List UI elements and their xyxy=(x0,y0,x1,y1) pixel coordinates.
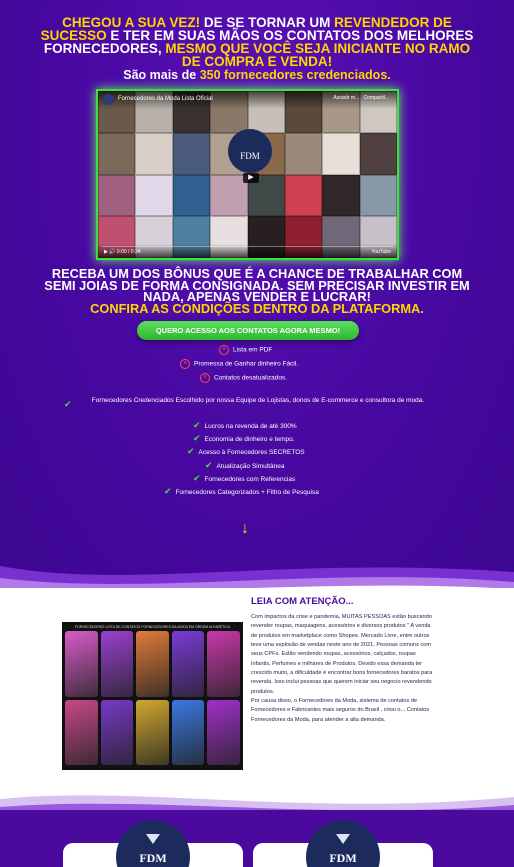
preview-tile xyxy=(207,631,240,697)
positive-item: ✔ Economia de dinheiro e tempo. xyxy=(193,434,295,444)
positive-item: ✔ Lucros na revenda de até 300% xyxy=(193,421,297,431)
cross-icon: × xyxy=(219,345,229,355)
cta-button[interactable]: QUERO ACESSO AOS CONTATOS AGORA MESMO! xyxy=(137,321,359,340)
progress-bar[interactable] xyxy=(102,246,393,247)
video-tile xyxy=(322,174,360,217)
cross-icon: × xyxy=(200,373,210,383)
video-tile xyxy=(284,174,323,217)
check-icon: ✔ xyxy=(187,446,195,456)
positive-item: ✔ Acesso à Fornecedores SECRETOS xyxy=(187,447,305,457)
preview-tile xyxy=(136,699,169,765)
check-icon: ✔ xyxy=(193,420,201,430)
check-icon: ✔ xyxy=(193,473,201,483)
positive-label: Acesso à Fornecedores SECRETOS xyxy=(198,449,305,456)
video-tile xyxy=(284,132,323,175)
preview-tile xyxy=(171,699,205,765)
read-paragraph: Com impactos da crise e pandemia, MUITAS… xyxy=(251,614,433,695)
negative-item: × Promessa de Ganhar dinheiro Fácil. xyxy=(180,359,298,369)
volume-icon[interactable]: 🔊 xyxy=(109,249,115,255)
cross-icon: × xyxy=(180,359,190,369)
positive-item: ✔ Fornecedores com Referencias xyxy=(193,474,295,484)
check-icon: ✔ xyxy=(164,486,172,496)
play-control-icon[interactable]: ▶ xyxy=(104,249,108,255)
subline-text: São mais de xyxy=(123,68,200,82)
positive-label: Lucros na revenda de até 300% xyxy=(204,423,297,430)
preview-grid xyxy=(65,631,240,765)
share-button[interactable]: Compartil... xyxy=(363,95,389,101)
logo-text: FDM xyxy=(329,851,357,865)
negative-item: × Contatos desatualizados. xyxy=(200,373,287,383)
bonus-body: RECEBA UM DOS BÔNUS QUE É A CHANCE DE TR… xyxy=(44,266,470,304)
positive-label: Fornecedores com Referencias xyxy=(204,476,296,483)
read-body: Com impactos da crise e pandemia, MUITAS… xyxy=(251,613,436,725)
video-tile xyxy=(359,132,397,175)
subline: São mais de 350 fornecedores credenciado… xyxy=(0,68,514,82)
headline: CHEGOU A SUA VEZ! DE SE TORNAR UM REVEND… xyxy=(40,16,474,69)
video-tile xyxy=(135,174,173,217)
video-tile xyxy=(98,132,136,175)
check-icon: ✔ xyxy=(205,460,213,470)
read-paragraph: Por causa disso, o Fornecedores da Moda,… xyxy=(251,698,430,723)
video-time: 0:00 / 0:34 xyxy=(116,249,141,255)
video-tile xyxy=(172,174,211,217)
positive-label: Atualização Simultânea xyxy=(216,463,285,470)
preview-tile xyxy=(100,631,134,697)
arrow-down-icon: ↓ xyxy=(241,520,249,537)
logo-mark-icon xyxy=(336,834,350,844)
positive-item: ✔ Fornecedores Credenciados Escolhido po… xyxy=(64,396,434,409)
contacts-preview-image: FORNECEDORES LISTA DE CONTATOS FORNECEDO… xyxy=(62,622,243,770)
channel-avatar[interactable] xyxy=(103,94,114,105)
headline-part: MESMO QUE VOCÊ SEJA INICIANTE NO RAMO DE… xyxy=(165,41,471,69)
video-tile xyxy=(322,132,360,175)
positive-label: Economia de dinheiro e tempo. xyxy=(204,436,295,443)
video-tile xyxy=(135,132,173,175)
check-icon: ✔ xyxy=(64,399,72,409)
preview-tile xyxy=(136,631,169,697)
preview-tile xyxy=(171,631,205,697)
positive-label: Fornecedores Credenciados Escolhido por … xyxy=(91,397,425,404)
positive-item: ✔ Atualização Simultânea xyxy=(205,461,284,471)
video-tile xyxy=(98,174,136,217)
video-tile xyxy=(172,132,211,175)
preview-tile xyxy=(100,699,134,765)
negative-label: Lista em PDF xyxy=(233,346,273,354)
bonus-highlight: CONFIRA AS CONDIÇÕES DENTRO DA PLATAFORM… xyxy=(90,300,424,316)
video-tile xyxy=(210,174,248,217)
youtube-logo[interactable]: YouTube xyxy=(371,249,391,255)
video-controls: ▶ 🔊 0:00 / 0:34 YouTube xyxy=(98,244,397,258)
video-title[interactable]: Fornecedores da Moda Lista Oficial xyxy=(118,96,213,102)
preview-tile xyxy=(65,699,98,765)
positive-label: Fornecedores Categorizados + Filtro de P… xyxy=(175,489,319,496)
positive-item: ✔ Fornecedores Categorizados + Filtro de … xyxy=(164,487,319,497)
video-tile xyxy=(359,174,397,217)
negative-label: Promessa de Ganhar dinheiro Fácil. xyxy=(194,360,299,368)
negative-item: × Lista em PDF xyxy=(219,345,272,355)
preview-tile xyxy=(65,631,98,697)
play-icon[interactable]: ▶ xyxy=(243,173,259,183)
video-player[interactable]: Fornecedores da Moda Lista Oficial Assis… xyxy=(96,89,399,260)
fdm-logo: FDM xyxy=(228,129,272,173)
logo-mark-icon xyxy=(146,834,160,844)
video-actions: Assistir m... Compartil... xyxy=(333,95,389,101)
preview-tile xyxy=(207,699,240,765)
read-title: LEIA COM ATENÇÃO... xyxy=(251,596,354,607)
negative-label: Contatos desatualizados. xyxy=(214,374,287,382)
check-icon: ✔ xyxy=(193,433,201,443)
bonus-text: RECEBA UM DOS BÔNUS QUE É A CHANCE DE TR… xyxy=(40,266,474,316)
subline-highlight: 350 fornecedores credenciados. xyxy=(199,68,391,82)
watch-later-button[interactable]: Assistir m... xyxy=(333,95,359,101)
logo-text: FDM xyxy=(139,851,167,865)
